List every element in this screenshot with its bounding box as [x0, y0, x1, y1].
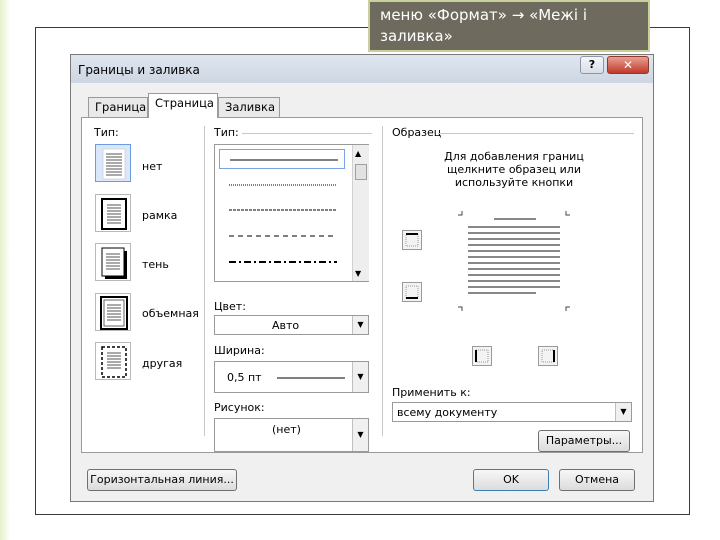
color-dropdown[interactable]: Авто ▼ [214, 315, 369, 335]
art-dropdown[interactable]: (нет) ▼ [214, 418, 369, 452]
tab-page-border[interactable]: Страница [148, 93, 218, 118]
caption-line-1: меню «Формат» → «Межі і [380, 6, 588, 24]
tab-panel: Тип: нет рамка тень объемная другая Тип:… [81, 117, 643, 453]
chevron-down-icon[interactable]: ▼ [352, 316, 368, 334]
caption-line-2: заливка» [380, 27, 453, 45]
section-separator [382, 126, 383, 436]
left-border-button[interactable] [472, 346, 492, 366]
border-3d-icon [100, 296, 128, 330]
scroll-up-icon[interactable]: ▲ [355, 149, 361, 158]
border-right-icon [541, 349, 555, 363]
color-label: Цвет: [214, 300, 246, 313]
type-label: Тип: [94, 126, 119, 139]
type-none-button[interactable] [95, 144, 131, 182]
top-border-button[interactable] [402, 230, 422, 250]
ok-button[interactable]: OK [473, 469, 549, 491]
borders-and-shading-dialog: Границы и заливка ? ✕ Граница Страница З… [70, 54, 654, 502]
style-label: Тип: [214, 126, 239, 139]
type-custom-label: другая [142, 357, 183, 370]
line-style-solid[interactable] [219, 149, 345, 169]
border-shadow-icon [101, 247, 127, 279]
line-style-dotted[interactable] [219, 175, 345, 195]
width-line-preview [277, 377, 345, 379]
line-style-list[interactable]: ▲ ▼ [214, 144, 369, 282]
line-style-scrollbar[interactable]: ▲ ▼ [352, 145, 369, 281]
bottom-border-button[interactable] [402, 282, 422, 302]
line-style-dashed[interactable] [219, 226, 345, 246]
apply-to-value: всему документу [397, 406, 498, 419]
border-left-icon [475, 349, 489, 363]
slide-caption: меню «Формат» → «Межі і заливка» [368, 0, 650, 52]
width-value: 0,5 пт [227, 371, 262, 384]
preview-label: Образец [392, 126, 442, 139]
tab-border[interactable]: Граница [88, 97, 148, 117]
preview-description: Для добавления границ щелкните образец и… [444, 150, 584, 189]
border-custom-icon [101, 346, 127, 378]
color-value: Авто [272, 319, 300, 332]
help-button[interactable]: ? [580, 56, 604, 74]
tab-shading[interactable]: Заливка [218, 97, 280, 117]
line-style-fine-dashed[interactable] [219, 200, 345, 220]
scroll-down-icon[interactable]: ▼ [355, 269, 361, 278]
chevron-down-icon[interactable]: ▼ [352, 419, 368, 451]
cancel-button[interactable]: Отмена [559, 469, 635, 491]
chevron-down-icon[interactable]: ▼ [352, 362, 368, 392]
border-box-icon [101, 198, 127, 230]
border-top-icon [405, 233, 419, 247]
horizontal-line-button[interactable]: Горизонтальная линия... [87, 469, 237, 491]
style-label-line [242, 133, 372, 134]
close-button[interactable]: ✕ [607, 56, 649, 74]
type-shadow-button[interactable] [95, 243, 131, 281]
type-box-label: рамка [142, 209, 178, 222]
type-box-button[interactable] [95, 194, 131, 232]
art-label: Рисунок: [214, 401, 265, 414]
chevron-down-icon[interactable]: ▼ [615, 403, 631, 421]
scroll-thumb[interactable] [355, 164, 367, 180]
type-3d-button[interactable] [95, 293, 131, 331]
type-custom-button[interactable] [95, 342, 131, 380]
preview-label-line [438, 133, 634, 134]
border-bottom-icon [405, 285, 419, 299]
type-shadow-label: тень [142, 258, 169, 271]
apply-to-label: Применить к: [392, 386, 471, 399]
section-separator [204, 126, 205, 436]
width-dropdown[interactable]: 0,5 пт ▼ [214, 361, 369, 393]
type-none-label: нет [142, 160, 163, 173]
slide-decoration [0, 0, 10, 540]
preview-page[interactable] [458, 211, 578, 321]
art-value: (нет) [272, 423, 301, 436]
line-style-dash-dot[interactable] [219, 252, 345, 272]
border-none-icon [102, 148, 126, 180]
width-label: Ширина: [214, 344, 265, 357]
apply-to-dropdown[interactable]: всему документу ▼ [392, 402, 632, 422]
dialog-title: Границы и заливка [78, 63, 200, 77]
type-3d-label: объемная [142, 307, 199, 320]
options-button[interactable]: Параметры... [538, 430, 630, 452]
dialog-titlebar: Границы и заливка ? ✕ [71, 55, 653, 83]
right-border-button[interactable] [538, 346, 558, 366]
